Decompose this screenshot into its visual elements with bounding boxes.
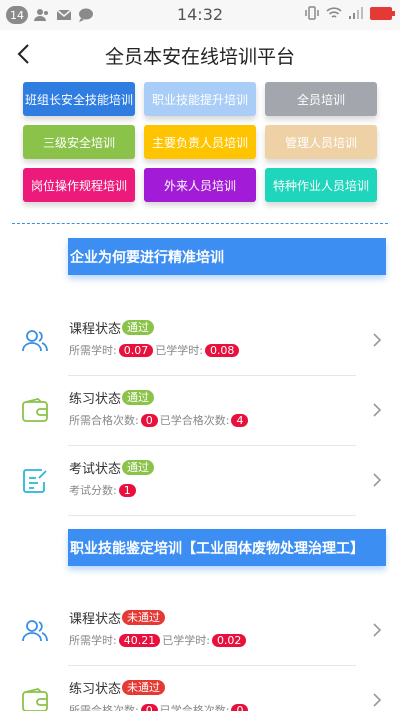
wallet-icon — [22, 688, 48, 711]
signal-icon — [349, 7, 363, 19]
dashed-divider — [12, 223, 388, 224]
edit-note-icon — [23, 469, 47, 493]
required-passes-value: 0 — [140, 413, 158, 427]
exam-score-label: 考试分数: — [69, 484, 117, 497]
category-button-three-level-safety[interactable]: 三级安全培训 — [23, 125, 135, 159]
row-meta: 所需合格次数: 0 已学合格次数: 0 — [69, 702, 250, 711]
required-hours-value: 0.07 — [118, 343, 154, 357]
wallet-icon — [22, 398, 48, 422]
passed-count-label: 已学合格次数: — [159, 704, 230, 711]
list-item-exam-status[interactable]: 考试状态 通过 考试分数: 1 — [0, 446, 400, 514]
row-title-label: 课程状态 — [69, 322, 122, 337]
row-title: 练习状态 未通过 — [69, 678, 166, 697]
row-meta: 所需学时: 0.07 已学学时: 0.08 — [69, 342, 241, 358]
people-icon — [22, 620, 48, 642]
chevron-right-icon — [373, 623, 382, 637]
row-divider — [68, 515, 356, 516]
people-icon — [22, 330, 48, 352]
passed-count-label: 已学合格次数: — [159, 414, 230, 427]
chevron-right-icon — [373, 403, 382, 417]
status-badge: 通过 — [122, 390, 155, 405]
category-button-operating-procedures[interactable]: 岗位操作规程培训 — [23, 168, 135, 202]
row-meta: 所需学时: 40.21 已学学时: 0.02 — [69, 632, 248, 648]
category-button-all-staff[interactable]: 全员培训 — [265, 82, 377, 116]
required-passes-value: 0 — [140, 703, 158, 711]
passed-count-value: 0 — [231, 703, 249, 711]
status-badge: 通过 — [122, 320, 155, 335]
exam-score-value: 1 — [118, 483, 136, 497]
category-button-management-staff[interactable]: 管理人员培训 — [265, 125, 377, 159]
passed-count-value: 4 — [231, 413, 249, 427]
row-title: 练习状态 通过 — [69, 388, 155, 407]
status-right — [304, 6, 395, 20]
category-button-vocational-skill[interactable]: 职业技能提升培训 — [144, 82, 256, 116]
row-meta: 考试分数: 1 — [69, 482, 138, 498]
status-badge: 通过 — [122, 460, 155, 475]
title-bar: 全员本安在线培训平台 — [0, 30, 400, 78]
required-hours-value: 40.21 — [118, 633, 161, 647]
page-title: 全员本安在线培训平台 — [104, 46, 295, 68]
studied-hours-value: 0.08 — [204, 343, 240, 357]
chevron-right-icon — [373, 473, 382, 487]
category-button-special-operations[interactable]: 特种作业人员培训 — [265, 168, 377, 202]
battery-icon — [370, 6, 395, 20]
row-meta: 所需合格次数: 0 已学合格次数: 4 — [69, 412, 250, 428]
list-item-course-status[interactable]: 课程状态 未通过 所需学时: 40.21 已学学时: 0.02 — [0, 596, 400, 664]
required-passes-label: 所需合格次数: — [69, 704, 139, 711]
chevron-right-icon — [373, 333, 382, 347]
section-banner: 企业为何要进行精准培训 — [68, 238, 386, 275]
status-badge: 未通过 — [122, 680, 166, 695]
required-hours-label: 所需学时: — [69, 634, 117, 647]
category-button-external-staff[interactable]: 外来人员培训 — [144, 168, 256, 202]
wifi-icon — [326, 7, 342, 18]
row-title-label: 课程状态 — [69, 612, 122, 627]
section-banner: 职业技能鉴定培训【工业固体废物处理治理工】 — [68, 529, 386, 566]
studied-hours-value: 0.02 — [211, 633, 247, 647]
row-title: 考试状态 通过 — [69, 458, 155, 477]
list-item-course-status[interactable]: 课程状态 通过 所需学时: 0.07 已学学时: 0.08 — [0, 306, 400, 374]
row-title-label: 考试状态 — [69, 462, 122, 477]
required-passes-label: 所需合格次数: — [69, 414, 139, 427]
row-title: 课程状态 未通过 — [69, 608, 166, 627]
status-bar: 14 14:32 — [0, 0, 400, 30]
category-button-principal-staff[interactable]: 主要负责人员培训 — [144, 125, 256, 159]
row-title: 课程状态 通过 — [69, 318, 155, 337]
category-button-team-leader-safety[interactable]: 班组长安全技能培训 — [23, 82, 135, 116]
row-title-label: 练习状态 — [69, 392, 122, 407]
chevron-right-icon — [373, 693, 382, 707]
list-item-practice-status[interactable]: 练习状态 未通过 所需合格次数: 0 已学合格次数: 0 — [0, 666, 400, 711]
vibrate-icon — [305, 6, 319, 20]
status-badge: 未通过 — [122, 610, 166, 625]
studied-hours-label: 已学学时: — [162, 634, 210, 647]
required-hours-label: 所需学时: — [69, 344, 117, 357]
list-item-practice-status[interactable]: 练习状态 通过 所需合格次数: 0 已学合格次数: 4 — [0, 376, 400, 444]
studied-hours-label: 已学学时: — [155, 344, 203, 357]
row-title-label: 练习状态 — [69, 682, 122, 697]
